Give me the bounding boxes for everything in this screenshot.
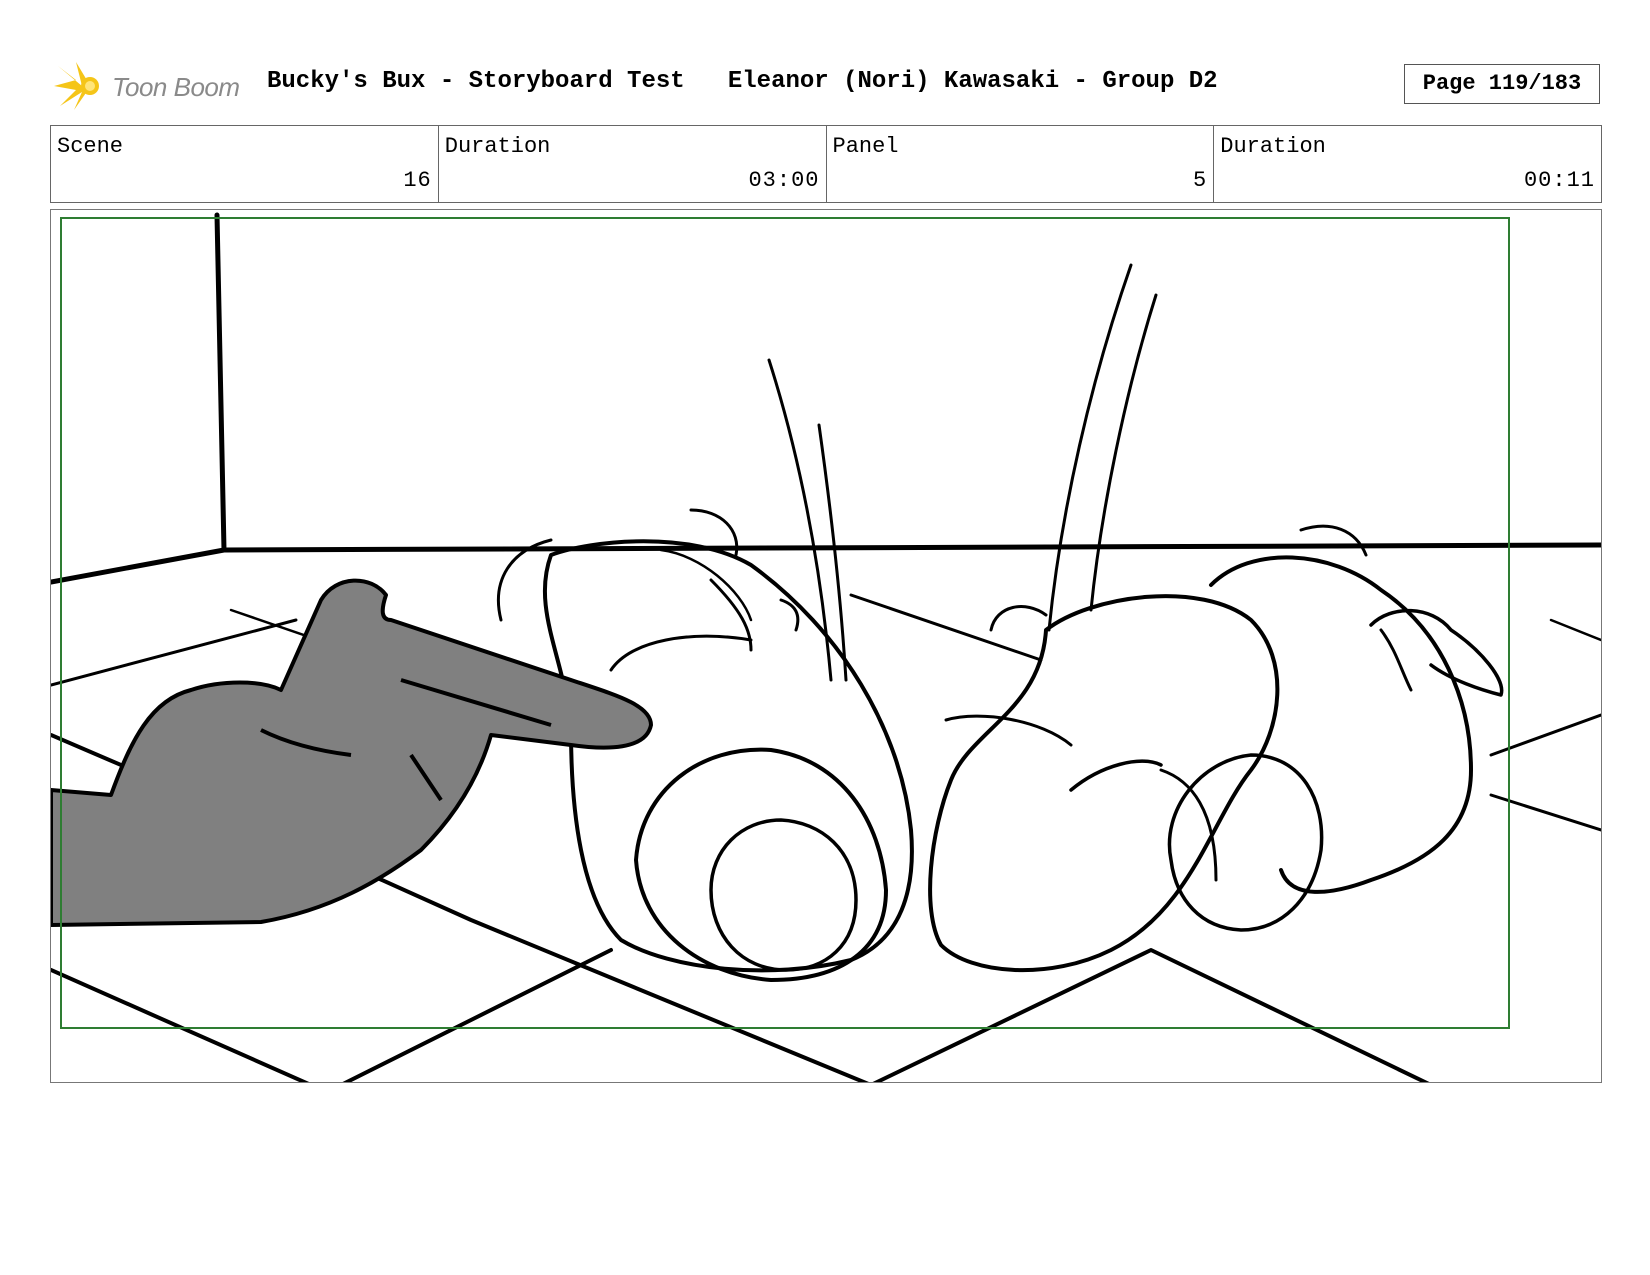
- scene-duration-cell: Duration 03:00: [437, 126, 826, 202]
- panel-label: Panel: [832, 134, 899, 159]
- logo-text: Toon Boom: [112, 72, 240, 102]
- page-number: Page 119/183: [1404, 64, 1600, 104]
- storyboard-panel: [50, 209, 1602, 1083]
- panel-value: 5: [1193, 168, 1208, 193]
- scene-value: 16: [403, 168, 432, 193]
- scene-cell: Scene 16: [51, 126, 438, 202]
- panel-duration-label: Duration: [1220, 134, 1326, 159]
- toon-boom-logo: Toon Boom: [54, 60, 254, 112]
- scene-duration-value: 03:00: [748, 168, 820, 193]
- panel-duration-value: 00:11: [1523, 168, 1595, 193]
- star-burst-icon: [54, 62, 99, 110]
- panel-cell: Panel 5: [825, 126, 1214, 202]
- panel-duration-cell: Duration 00:11: [1213, 126, 1601, 202]
- scene-duration-label: Duration: [444, 134, 551, 159]
- page-header: Toon Boom Bucky's Bux - Storyboard Test …: [50, 56, 1600, 116]
- document-title: Bucky's Bux - Storyboard Test Eleanor (N…: [267, 68, 1218, 95]
- panel-sketch: [51, 212, 1601, 1082]
- scene-info-bar: Scene 16 Duration 03:00 Panel 5 Duration…: [50, 125, 1602, 203]
- scene-label: Scene: [57, 134, 124, 159]
